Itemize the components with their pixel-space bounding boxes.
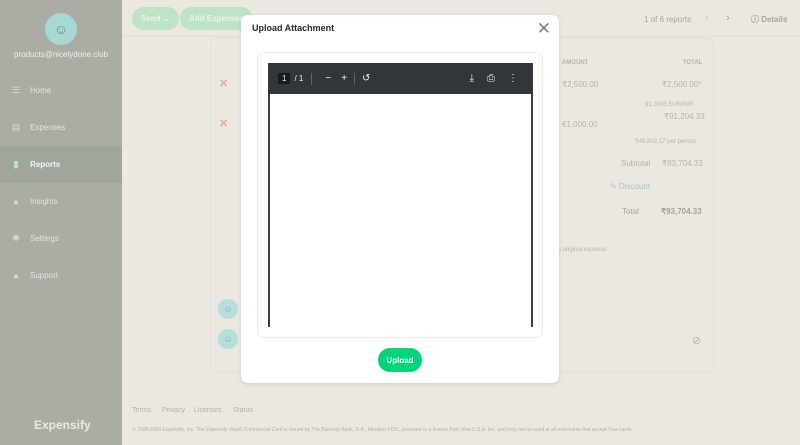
zoom-in-icon[interactable]: + [341, 73, 347, 84]
sidebar: ☺ products@nicelydone.club ☰ Home ▤ Expens… [0, 0, 122, 445]
avatar: ☺ [218, 329, 238, 349]
row-total: ₹2,500.00* [662, 80, 702, 89]
violation-x-icon: ✕ [219, 78, 229, 90]
zoom-out-icon[interactable]: − [325, 73, 331, 84]
nav-label: Reports [30, 160, 61, 169]
row-amount: ₹2,500.00 [562, 80, 599, 89]
lightbulb-icon: ● [13, 196, 19, 207]
sidebar-item-reports[interactable]: ▮ Reports [0, 146, 122, 183]
total-value: ₹93,704.33 [661, 207, 702, 216]
page-total: / 1 [294, 74, 304, 83]
nav-label: Insights [30, 197, 58, 206]
nav-label: Expenses [30, 123, 66, 132]
print-icon[interactable]: ⎙ [487, 73, 495, 84]
discount-button[interactable]: ✎ Discount [610, 182, 650, 191]
page-number-input[interactable]: 1 [278, 73, 291, 84]
nav-label: Home [30, 86, 52, 95]
subtotal-label: Subtotal [621, 159, 651, 168]
avatar: ☺ [218, 299, 238, 319]
attachment-preview: 1 / 1 − + ↺ ⤓ ⎙ ⋮ [257, 52, 543, 338]
upload-button[interactable]: Upload [378, 348, 422, 372]
user-email: products@nicelydone.club [14, 50, 108, 59]
footer-link-terms[interactable]: Terms [132, 407, 151, 414]
chat-icon: ● [13, 270, 19, 281]
upload-attachment-modal: Upload Attachment ✕ 1 / 1 − + ↺ ⤓ ⎙ ⋮ Up… [241, 15, 559, 383]
nav-label: Settings [30, 234, 59, 243]
nav-label: Support [30, 271, 59, 280]
next-report-button[interactable]: › [726, 12, 730, 24]
exchange-rate: 91.2043 EUR/INR [645, 102, 694, 108]
modal-title: Upload Attachment [252, 23, 335, 33]
sidebar-item-support[interactable]: ● Support [0, 257, 122, 294]
note-text: s original expense [558, 247, 607, 253]
details-button[interactable]: ⓘ Details [751, 14, 787, 25]
send-label: Send [141, 14, 161, 23]
row-total: ₹91,204.33 [664, 112, 705, 121]
document-icon: ▮ [13, 159, 19, 169]
per-person: ₹45,602.17 per person [635, 139, 696, 145]
discount-label: Discount [618, 182, 651, 191]
column-total: TOTAL [683, 60, 703, 66]
more-options-icon[interactable]: ⋮ [508, 73, 518, 84]
rotate-icon[interactable]: ↺ [362, 73, 370, 84]
sidebar-item-expenses[interactable]: ▤ Expenses [0, 109, 122, 146]
download-icon[interactable]: ⤓ [470, 73, 474, 84]
prev-report-button[interactable]: ‹ [705, 12, 709, 24]
close-icon[interactable]: ✕ [537, 19, 551, 39]
subtotal-value: ₹93,704.33 [662, 159, 703, 168]
report-pager: 1 of 6 reports [644, 15, 692, 24]
receipt-icon: ▤ [11, 122, 21, 132]
pdf-page [268, 94, 533, 327]
avatar[interactable]: ☺ [45, 13, 77, 45]
footer-link-licenses[interactable]: Licenses [194, 407, 222, 414]
footer-link-status[interactable]: Status [233, 407, 253, 414]
copyright: © 2008-2024 Expensify, Inc. The Expensif… [132, 427, 633, 433]
column-amount: AMOUNT [562, 60, 589, 66]
total-label: Total [622, 207, 639, 216]
sidebar-item-insights[interactable]: ● Insights [0, 183, 122, 220]
expensify-logo: Expensify [34, 418, 91, 432]
row-amount: €1,000.00 [562, 120, 598, 129]
pdf-viewer: 1 / 1 − + ↺ ⤓ ⎙ ⋮ [268, 63, 533, 327]
home-icon: ☰ [11, 85, 21, 95]
gear-icon: ✱ [12, 233, 20, 243]
divider [311, 72, 313, 85]
divider [354, 72, 356, 85]
sidebar-item-settings[interactable]: ✱ Settings [0, 220, 122, 257]
footer-link-privacy[interactable]: Privacy [162, 407, 185, 414]
violation-x-icon: ✕ [219, 118, 229, 130]
sidebar-item-home[interactable]: ☰ Home [0, 72, 122, 109]
send-button[interactable]: Send ⌄ [132, 7, 179, 30]
pdf-toolbar: 1 / 1 − + ↺ ⤓ ⎙ ⋮ [268, 63, 533, 94]
details-label: Details [761, 15, 788, 24]
paperclip-icon[interactable]: ⊘ [692, 334, 701, 347]
add-expenses-label: Add Expenses [189, 14, 245, 23]
